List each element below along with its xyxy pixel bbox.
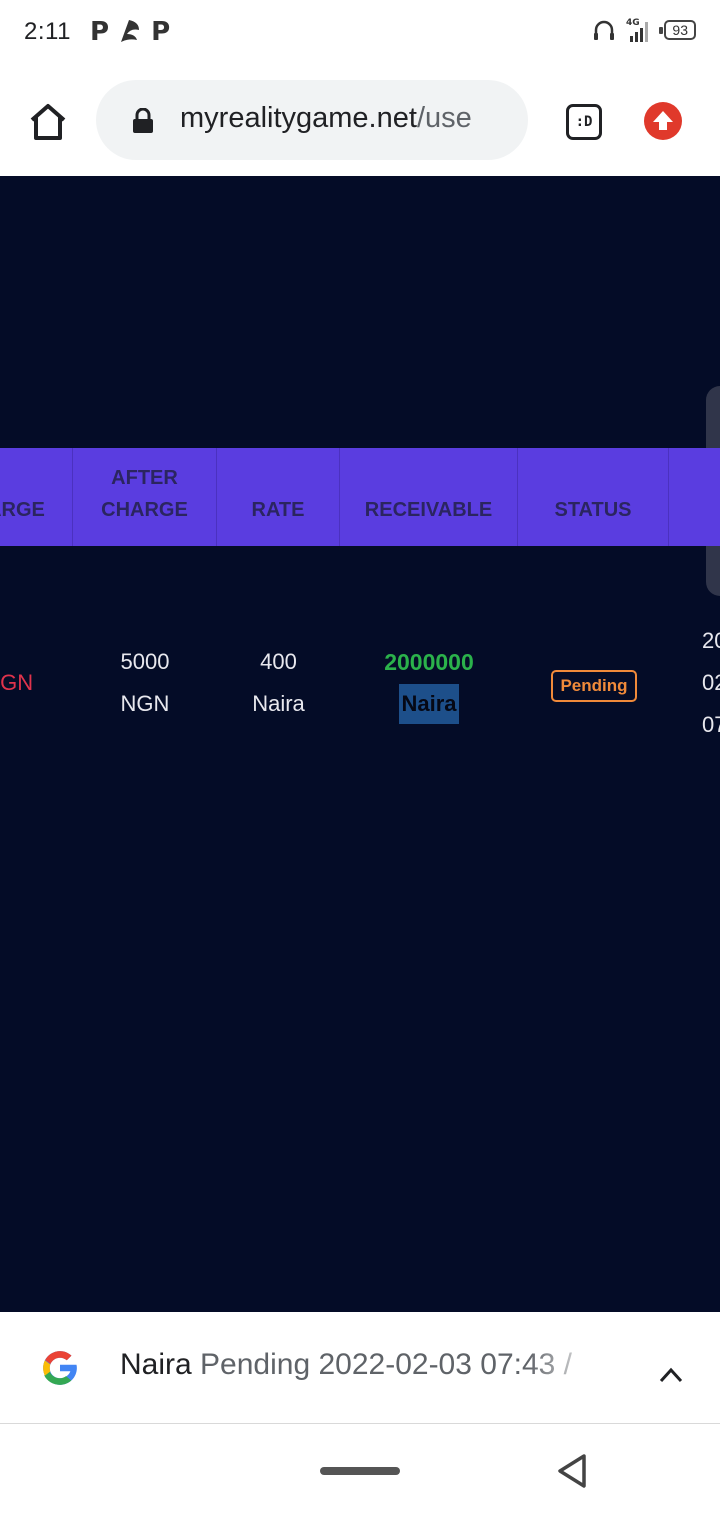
header-charge: ARGE xyxy=(0,448,73,546)
status-right-icons: 4G 93 xyxy=(592,16,696,44)
bird-app-icon xyxy=(121,20,140,42)
rate-value: 400 xyxy=(260,649,297,674)
table-header: ARGE AFTER CHARGE RATE RECEIVABLE STATUS xyxy=(0,448,720,546)
status-bar: 2:11 P P 4G 93 xyxy=(0,0,720,66)
p-app-icon-2: P xyxy=(151,17,171,47)
search-query-strong: Naira xyxy=(120,1348,192,1381)
headphones-icon xyxy=(594,20,615,40)
date-part-1: 20 xyxy=(702,628,720,653)
p-app-icon: P xyxy=(90,17,110,47)
header-rate: RATE xyxy=(217,448,340,546)
header-receivable: RECEIVABLE xyxy=(340,448,518,546)
browser-toolbar: myrealitygame.net/use :D xyxy=(0,66,720,176)
back-icon[interactable] xyxy=(554,1452,590,1490)
header-receivable-text: RECEIVABLE xyxy=(364,499,493,521)
rate-unit: Naira xyxy=(252,691,305,716)
search-suggestion-banner[interactable]: Naira Pending 2022-02-03 07:43 / xyxy=(0,1312,720,1424)
date-part-3: 07 xyxy=(702,712,720,737)
url-bar[interactable]: myrealitygame.net/use xyxy=(96,80,528,160)
google-icon xyxy=(43,1351,78,1385)
receivable-amount: 2000000 xyxy=(384,649,474,675)
arrow-up-icon xyxy=(653,111,673,130)
header-after-charge-line2: CHARGE xyxy=(101,499,188,521)
url-domain: myrealitygame.net xyxy=(180,102,417,134)
search-suggestion-text: Naira Pending 2022-02-03 07:43 / xyxy=(120,1348,600,1382)
chevron-up-icon[interactable] xyxy=(658,1366,684,1384)
search-query-rest: Pending 2022-02-03 07:43 / xyxy=(191,1348,573,1381)
url-text: myrealitygame.net/use xyxy=(180,102,472,135)
network-label: 4G xyxy=(626,18,640,28)
tab-switcher-button[interactable]: :D xyxy=(566,104,602,140)
url-path: /use xyxy=(416,102,472,134)
cell-rate: 400 Naira xyxy=(217,641,340,725)
home-gesture-pill[interactable] xyxy=(320,1467,400,1475)
header-status: STATUS xyxy=(518,448,669,546)
battery-icon: 93 xyxy=(659,20,696,40)
receivable-unit[interactable]: Naira xyxy=(399,684,459,724)
header-after-charge: AFTER CHARGE xyxy=(73,448,217,546)
cell-after-charge: 5000 NGN xyxy=(73,641,217,725)
status-badge: Pending xyxy=(551,670,637,702)
cell-receivable: 2000000 Naira xyxy=(340,641,518,725)
system-nav-bar xyxy=(0,1424,720,1520)
update-button[interactable] xyxy=(644,102,682,140)
status-time: 2:11 xyxy=(24,18,71,45)
after-charge-unit: NGN xyxy=(120,691,170,716)
cell-charge: IGN xyxy=(0,670,34,695)
signal-icon: 4G xyxy=(626,18,649,42)
after-charge-value: 5000 xyxy=(120,649,170,674)
header-charge-text: ARGE xyxy=(0,499,45,521)
header-rate-text: RATE xyxy=(251,499,305,521)
web-page: ARGE AFTER CHARGE RATE RECEIVABLE STATUS… xyxy=(0,176,720,1312)
date-part-2: 02 xyxy=(702,670,720,695)
header-status-text: STATUS xyxy=(554,499,632,521)
notification-icons: P P xyxy=(90,16,170,48)
cell-date: 20 02 07 xyxy=(702,620,720,746)
home-icon[interactable] xyxy=(24,98,72,146)
lock-icon xyxy=(133,108,153,133)
header-date xyxy=(669,448,720,546)
header-after-charge-line1: AFTER xyxy=(111,467,178,489)
